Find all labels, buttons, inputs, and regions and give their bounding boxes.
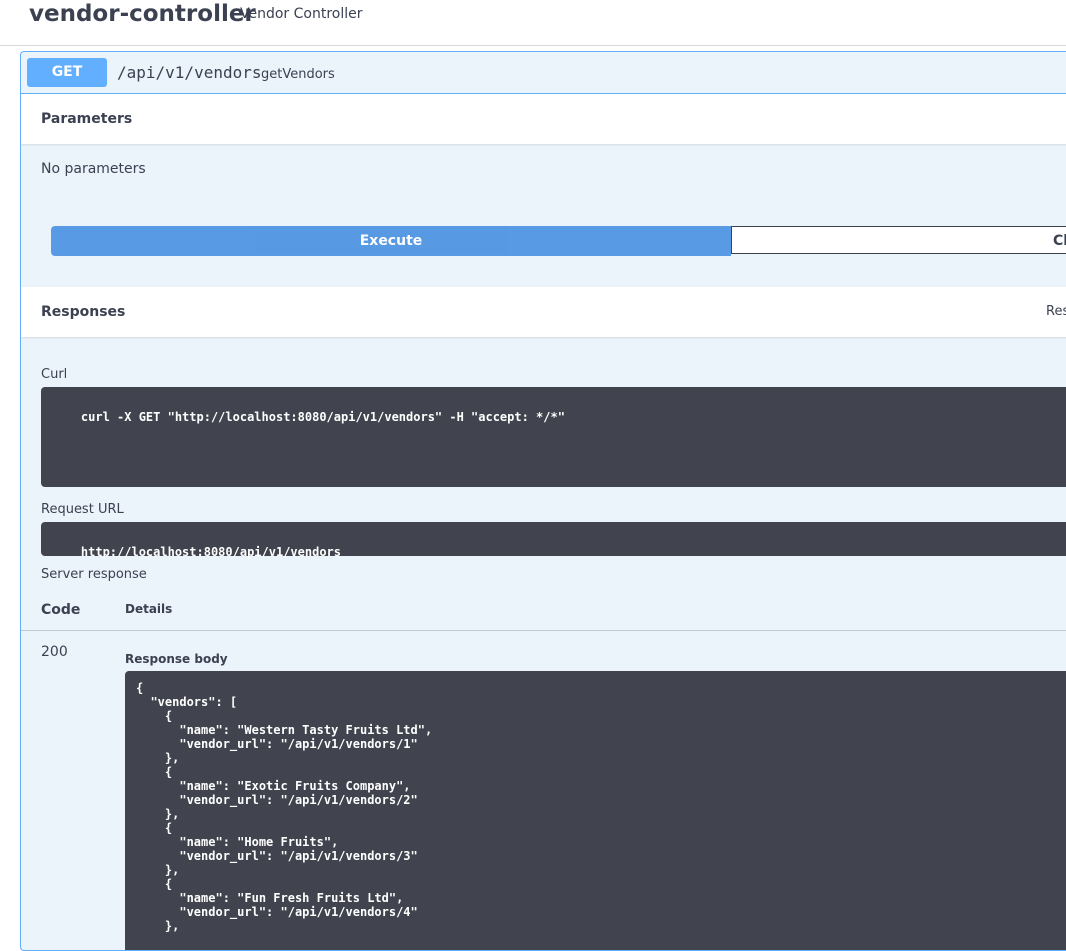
parameters-header: Parameters [21, 94, 1066, 144]
execute-button-group: Execute Cl [51, 226, 1066, 256]
response-body-line: }, [136, 807, 180, 821]
response-body-line: "vendor_url": "/api/v1/vendors/2" [136, 793, 418, 807]
response-body-label: Response body [125, 652, 228, 666]
no-parameters-text: No parameters [41, 161, 146, 177]
curl-label: Curl [41, 367, 68, 382]
column-code: Code [41, 602, 81, 618]
column-details: Details [125, 602, 173, 616]
response-body-line: { [136, 709, 173, 723]
operation-block-get: GET /api/v1/vendors getVendors Parameter… [20, 51, 1066, 951]
operation-path[interactable]: /api/v1/vendors [117, 63, 262, 82]
tag-description: Vendor Controller [240, 6, 363, 22]
response-body-line: "vendor_url": "/api/v1/vendors/1" [136, 737, 418, 751]
response-body-line: }, [136, 863, 180, 877]
curl-command: curl -X GET "http://localhost:8080/api/v… [80, 410, 565, 424]
response-status-code: 200 [41, 644, 68, 660]
server-response-label: Server response [41, 567, 147, 582]
tag-title[interactable]: vendor-controller [29, 1, 256, 27]
response-body-box[interactable]: { "vendors": [ { "name": "Western Tasty … [125, 671, 1066, 950]
response-body-line: "name": "Home Fruits", [136, 835, 339, 849]
operation-summary[interactable]: GET /api/v1/vendors getVendors [21, 52, 1066, 94]
clear-button[interactable]: Cl [731, 226, 1066, 254]
response-body-line: "name": "Western Tasty Fruits Ltd", [136, 723, 433, 737]
method-badge[interactable]: GET [27, 58, 107, 87]
response-body-line: { [136, 821, 173, 835]
response-body-line: { [136, 877, 173, 891]
response-body-line: { [136, 681, 144, 695]
response-body-line: "vendors": [ [136, 695, 238, 709]
response-body-line: { [136, 765, 173, 779]
request-url: http://localhost:8080/api/v1/vendors [80, 545, 341, 559]
response-body-line: }, [136, 919, 180, 933]
responses-header: Responses Res [21, 287, 1066, 337]
responses-heading: Responses [41, 304, 126, 320]
execute-button[interactable]: Execute [51, 226, 731, 256]
response-body-line: }, [136, 751, 180, 765]
request-url-box[interactable]: http://localhost:8080/api/v1/vendors [41, 522, 1066, 559]
response-table-header: Code Details [21, 592, 1066, 631]
operation-id: getVendors [261, 67, 335, 82]
response-body-line: "vendor_url": "/api/v1/vendors/3" [136, 849, 418, 863]
response-content-type-label: Res [1046, 304, 1066, 319]
parameters-heading: Parameters [41, 111, 133, 127]
curl-command-box[interactable]: curl -X GET "http://localhost:8080/api/v… [41, 387, 1066, 487]
request-url-label: Request URL [41, 502, 124, 517]
response-body-line: "name": "Exotic Fruits Company", [136, 779, 411, 793]
response-body-line: "name": "Fun Fresh Fruits Ltd", [136, 891, 404, 905]
tag-header[interactable]: vendor-controller Vendor Controller [0, 0, 1066, 46]
response-body-line: "vendor_url": "/api/v1/vendors/4" [136, 905, 418, 919]
